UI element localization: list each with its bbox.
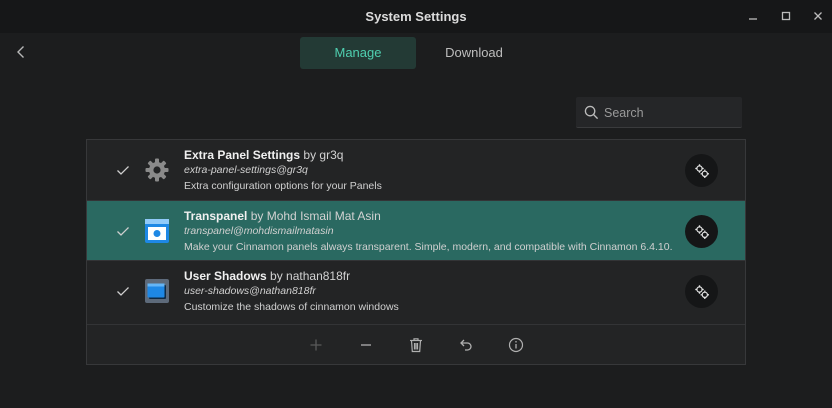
gear-icon bbox=[144, 157, 170, 183]
chevron-left-icon bbox=[17, 46, 24, 58]
extension-uuid: user-shadows@nathan818fr bbox=[184, 285, 316, 297]
enabled-check-icon bbox=[115, 283, 131, 299]
extension-author: by Mohd Ismail Mat Asin bbox=[250, 209, 381, 223]
close-icon[interactable] bbox=[810, 8, 826, 24]
extension-name: Extra Panel Settings bbox=[184, 148, 301, 162]
tab-download[interactable]: Download bbox=[416, 37, 532, 69]
list-item-extra-panel-settings[interactable]: Extra Panel Settings by gr3q extra-panel… bbox=[87, 140, 745, 200]
configure-button[interactable] bbox=[685, 215, 718, 248]
maximize-icon[interactable] bbox=[778, 8, 794, 24]
search-input[interactable] bbox=[604, 97, 734, 128]
info-icon[interactable] bbox=[508, 337, 524, 353]
window-shadow-icon bbox=[144, 278, 170, 304]
undo-icon[interactable] bbox=[458, 337, 474, 353]
back-button[interactable] bbox=[13, 44, 29, 60]
list-toolbar bbox=[87, 324, 745, 364]
search-icon bbox=[584, 105, 599, 120]
extension-uuid: transpanel@mohdismailmatasin bbox=[184, 225, 334, 237]
window-title: System Settings bbox=[365, 9, 467, 24]
extension-description: Customize the shadows of cinnamon window… bbox=[184, 301, 399, 313]
configure-button[interactable] bbox=[685, 154, 718, 187]
enabled-check-icon bbox=[115, 162, 131, 178]
remove-icon[interactable] bbox=[358, 337, 374, 353]
extension-author: by nathan818fr bbox=[270, 269, 351, 283]
title-bar: System Settings bbox=[0, 0, 832, 33]
gears-icon bbox=[694, 224, 709, 239]
minimize-icon[interactable] bbox=[745, 8, 761, 24]
extension-description: Extra configuration options for your Pan… bbox=[184, 180, 382, 192]
extension-name: User Shadows bbox=[184, 269, 267, 283]
list-item-user-shadows[interactable]: User Shadows by nathan818fr user-shadows… bbox=[87, 260, 745, 320]
gears-icon bbox=[694, 284, 709, 299]
extension-author: by gr3q bbox=[303, 148, 344, 162]
add-icon[interactable] bbox=[308, 337, 324, 353]
gears-icon bbox=[694, 163, 709, 178]
extension-uuid: extra-panel-settings@gr3q bbox=[184, 164, 308, 176]
configure-button[interactable] bbox=[685, 275, 718, 308]
enabled-check-icon bbox=[115, 223, 131, 239]
search-box[interactable] bbox=[576, 97, 742, 128]
list-item-transpanel[interactable]: Transpanel by Mohd Ismail Mat Asin trans… bbox=[87, 200, 745, 260]
transpanel-icon bbox=[144, 218, 170, 244]
tab-manage[interactable]: Manage bbox=[300, 37, 416, 69]
extension-description: Make your Cinnamon panels always transpa… bbox=[184, 241, 673, 253]
trash-icon[interactable] bbox=[408, 337, 424, 353]
extensions-list: Extra Panel Settings by gr3q extra-panel… bbox=[86, 139, 746, 365]
extension-name: Transpanel bbox=[184, 209, 248, 223]
